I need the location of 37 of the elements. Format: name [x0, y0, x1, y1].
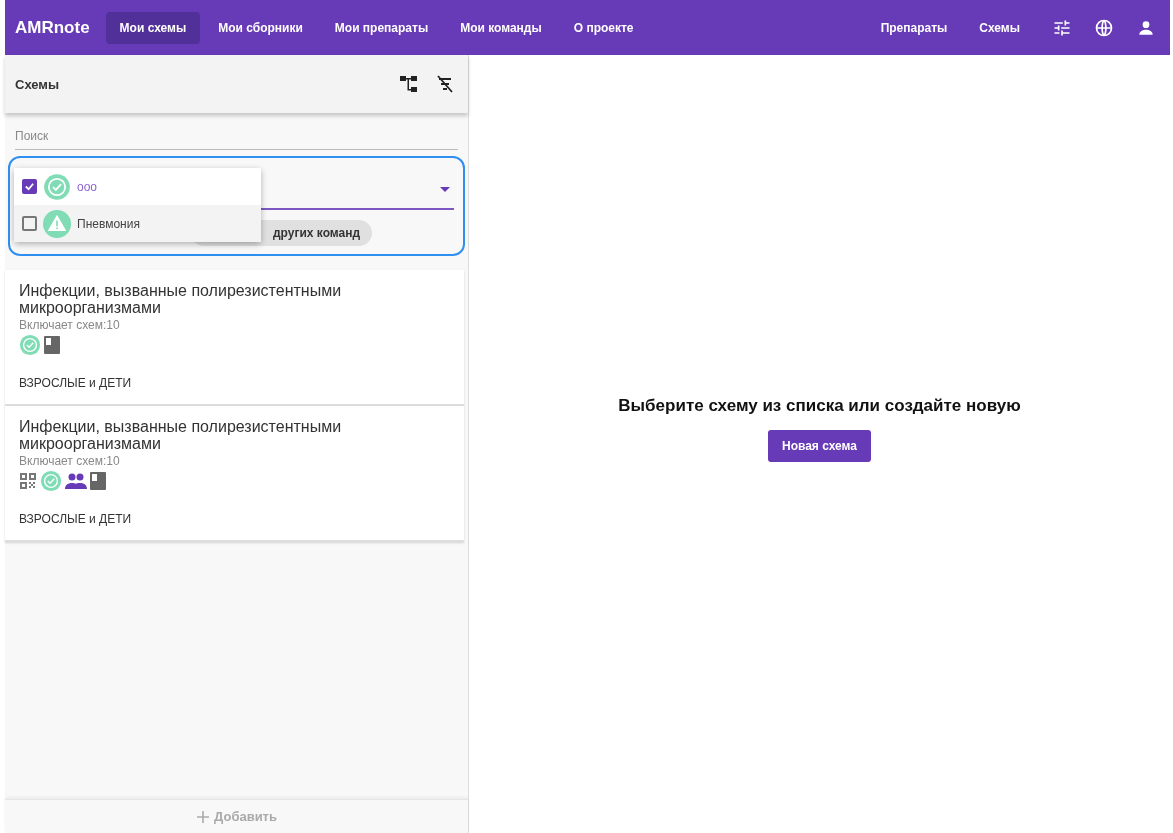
nav-link[interactable]: О проекте: [559, 11, 648, 44]
new-scheme-button[interactable]: Новая схема: [768, 430, 871, 462]
menu-item[interactable]: ооо: [14, 168, 261, 205]
card-title: Инфекции, вызванные полирезистентными микроорганизмами: [19, 282, 343, 316]
nav-link[interactable]: Препараты: [866, 11, 962, 44]
search-field[interactable]: Поиск: [15, 123, 458, 150]
empty-state-message: Выберите схему из списка или создайте новую: [618, 396, 1021, 416]
scheme-count: Включает схем:10: [19, 454, 121, 468]
nav-link[interactable]: Мои сборники: [204, 11, 317, 44]
nav-link[interactable]: Мои препараты: [320, 11, 443, 44]
caret-icon: [440, 186, 450, 192]
brand-logo[interactable]: AMRnote: [15, 17, 90, 38]
plus-icon: [196, 809, 210, 824]
check-badge-icon: [19, 334, 41, 356]
book-icon: [90, 472, 106, 490]
scheme-card[interactable]: Инфекции, вызванные полирезистентными микроорганизмами Включает схем:10 ВЗРОСЛЫЕ и ДЕТИ: [5, 406, 464, 542]
audience-label: ВЗРОСЛЫЕ и ДЕТИ: [19, 512, 133, 526]
check-badge-icon: [43, 172, 71, 201]
card-title: Инфекции, вызванные полирезистентными микроорганизмами: [19, 418, 343, 452]
menu-item[interactable]: Пневмония: [14, 205, 261, 242]
sidebar-title: Схемы: [15, 76, 61, 92]
scheme-count: Включает схем:10: [19, 318, 121, 332]
checkbox[interactable]: [22, 216, 37, 231]
nav-link[interactable]: Мои команды: [446, 11, 556, 44]
nav-link[interactable]: Схемы: [965, 11, 1034, 44]
audience-label: ВЗРОСЛЫЕ и ДЕТИ: [19, 376, 133, 390]
warning-icon: [43, 209, 71, 238]
menu-item-label: Пневмония: [77, 216, 140, 231]
nav-link[interactable]: Мои схемы: [105, 11, 201, 44]
scheme-card[interactable]: Инфекции, вызванные полирезистентными микроорганизмами Включает схем:10 ВЗРОСЛЫЕ и ДЕТИ: [5, 270, 464, 406]
qr-code-icon: [19, 472, 37, 490]
book-icon: [44, 336, 60, 354]
menu-item-label: ооо: [77, 179, 98, 194]
people-icon: [65, 473, 87, 489]
check-icon: [24, 181, 35, 192]
check-badge-icon: [40, 470, 62, 492]
checkbox[interactable]: [22, 179, 37, 194]
